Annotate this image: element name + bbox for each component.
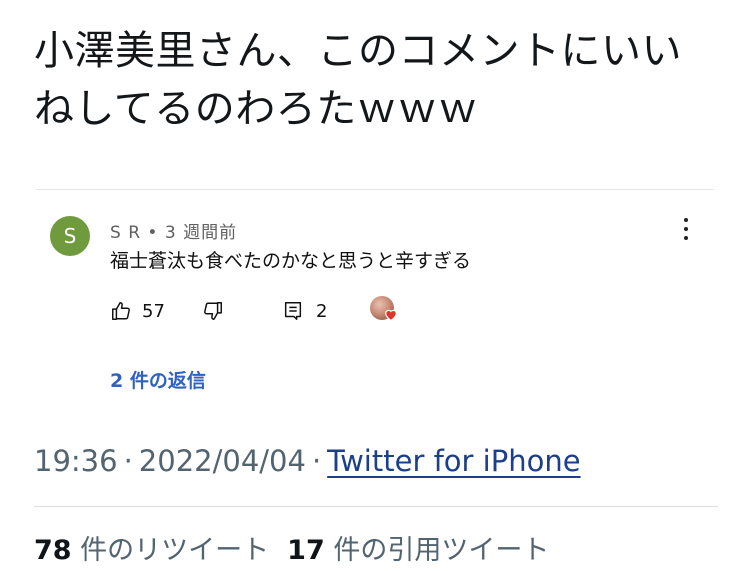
comment-icon bbox=[284, 302, 302, 320]
comment-actions: 57 2 bbox=[110, 296, 430, 326]
source-link[interactable]: Twitter for iPhone bbox=[327, 444, 580, 478]
thumbs-up-icon bbox=[112, 302, 130, 320]
comment-body: 福士蒼汰も食べたのかなと思うと辛すぎる bbox=[110, 250, 472, 272]
separator-dot: · bbox=[123, 444, 133, 478]
reply-button[interactable]: 2 bbox=[282, 296, 327, 326]
like-button[interactable]: 57 bbox=[110, 296, 165, 326]
heart-icon bbox=[385, 309, 397, 321]
comment-time: 3 週間前 bbox=[164, 223, 238, 243]
quotes-count: 17 bbox=[287, 535, 325, 566]
tweet-detail: 小澤美里さん、このコメントにいい ねしてるのわろたｗｗｗ S S R • 3 週… bbox=[0, 0, 750, 571]
separator-dot: · bbox=[311, 444, 322, 478]
embedded-comment-card: S S R • 3 週間前 福士蒼汰も食べたのかなと思うと辛すぎる 57 2 2… bbox=[36, 190, 714, 410]
comment-meta: S R • 3 週間前 bbox=[110, 218, 237, 243]
more-vert-icon[interactable] bbox=[682, 218, 690, 240]
reply-count: 2 bbox=[316, 300, 328, 322]
stats-divider bbox=[34, 506, 718, 507]
tweet-text-line-2: ねしてるのわろたｗｗｗ bbox=[34, 86, 479, 132]
like-count: 57 bbox=[142, 300, 165, 322]
quotes-stat[interactable]: 17 件の引用ツイート bbox=[287, 535, 549, 566]
tweet-date: 2022/04/04 bbox=[138, 444, 306, 478]
tweet-stats: 78 件のリツイート 17 件の引用ツイート bbox=[34, 528, 567, 567]
thumbs-down-icon bbox=[204, 302, 222, 320]
quotes-label: 件の引用ツイート bbox=[333, 535, 550, 566]
retweets-stat[interactable]: 78 件のリツイート bbox=[34, 535, 269, 566]
retweets-label: 件のリツイート bbox=[80, 535, 270, 566]
comment-author[interactable]: S R bbox=[110, 223, 141, 243]
tweet-time: 19:36 bbox=[34, 444, 118, 478]
creator-heart-badge bbox=[368, 294, 402, 328]
tweet-text-line-1: 小澤美里さん、このコメントにいい bbox=[34, 28, 682, 74]
dislike-button[interactable] bbox=[202, 296, 224, 326]
tweet-timestamp: 19:36 · 2022/04/04 · Twitter for iPhone bbox=[34, 444, 581, 478]
meta-separator: • bbox=[147, 223, 165, 243]
tweet-text: 小澤美里さん、このコメントにいい ねしてるのわろたｗｗｗ bbox=[34, 22, 724, 138]
commenter-avatar[interactable]: S bbox=[50, 216, 90, 256]
view-replies-link[interactable]: 2 件の返信 bbox=[110, 366, 206, 393]
retweets-count: 78 bbox=[34, 535, 72, 566]
